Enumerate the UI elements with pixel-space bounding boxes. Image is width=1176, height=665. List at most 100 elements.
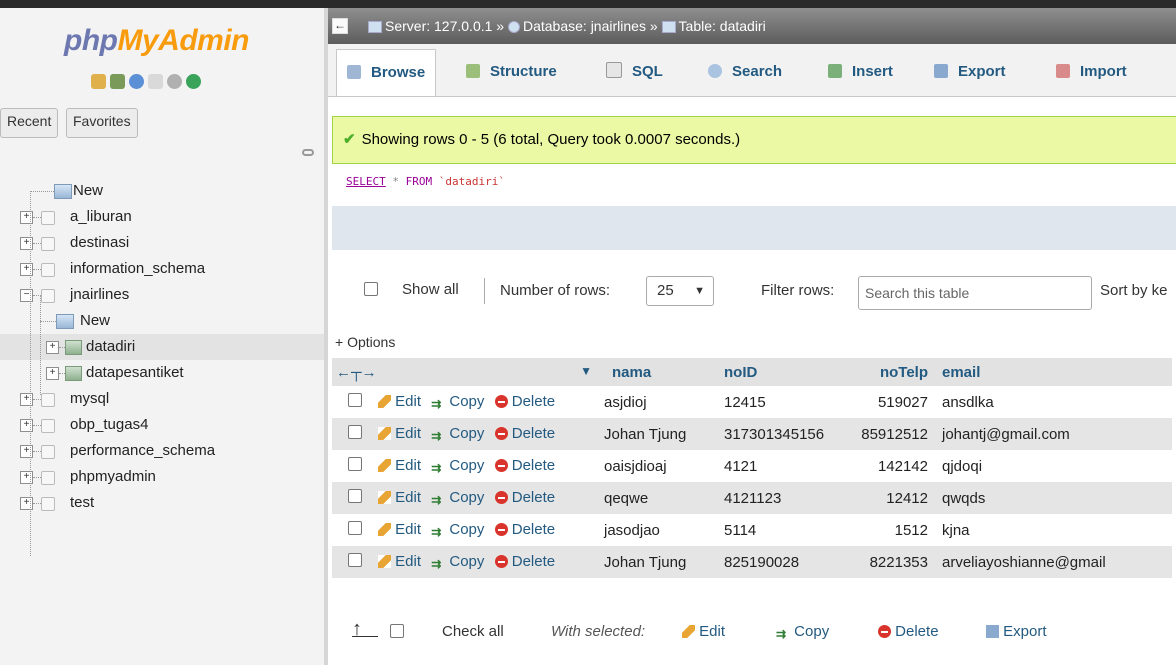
tree-item[interactable]: New [0, 308, 324, 334]
column-toggle-header[interactable]: ←┬→ ▼ [332, 358, 602, 386]
reload-icon[interactable] [186, 74, 201, 89]
tree-item[interactable]: + test [0, 490, 324, 516]
column-header-nama[interactable]: nama [602, 358, 714, 386]
row-edit-button[interactable]: Edit [378, 393, 421, 410]
column-header-noTelp[interactable]: noTelp [850, 358, 942, 386]
row-checkbox[interactable] [348, 425, 362, 442]
tree-item[interactable]: + information_schema [0, 256, 324, 282]
row-edit-button[interactable]: Edit [378, 521, 421, 538]
column-header-email[interactable]: email [942, 358, 1172, 386]
breadcrumb-table[interactable]: Table: datadiri [679, 18, 766, 34]
column-header-noID[interactable]: noID [714, 358, 850, 386]
expand-icon[interactable]: + [20, 393, 33, 406]
expand-icon[interactable]: + [46, 367, 59, 380]
bulk-edit-button[interactable]: Edit [682, 623, 725, 640]
row-copy-button[interactable]: ⇉ Copy [431, 425, 484, 443]
bulk-export-button[interactable]: Export [986, 623, 1047, 640]
query-toolbar [332, 206, 1176, 250]
tree-item[interactable]: New [0, 178, 324, 204]
tab-structure[interactable]: Structure [466, 49, 557, 95]
cell-email: arveliayoshianne@gmail [942, 546, 1172, 578]
expand-icon[interactable]: + [46, 341, 59, 354]
rows-select[interactable]: 25 ▼ [646, 276, 714, 306]
check-all-checkbox[interactable] [390, 624, 404, 641]
delete-icon [494, 459, 508, 472]
bulk-copy-button[interactable]: ⇉ Copy [776, 623, 829, 641]
pencil-icon [378, 427, 391, 440]
cell-nama: asjdioj [602, 386, 714, 418]
expand-icon[interactable]: + [20, 263, 33, 276]
tree-item[interactable]: + datapesantiket [0, 360, 324, 386]
row-delete-button[interactable]: Delete [494, 457, 555, 474]
row-edit-button[interactable]: Edit [378, 553, 421, 570]
row-delete-button[interactable]: Delete [494, 425, 555, 442]
phpmyadmin-logo[interactable]: phpMyAdmin [64, 24, 249, 58]
row-delete-button[interactable]: Delete [494, 553, 555, 570]
row-edit-button[interactable]: Edit [378, 425, 421, 442]
breadcrumb-database[interactable]: Database: jnairlines [523, 18, 646, 34]
tree-item[interactable]: + a_liburan [0, 204, 324, 230]
options-link[interactable]: + Options [335, 334, 395, 350]
row-copy-button[interactable]: ⇉ Copy [431, 553, 484, 571]
recent-button[interactable]: Recent [0, 108, 59, 138]
row-copy-button[interactable]: ⇉ Copy [431, 521, 484, 539]
bulk-delete-button[interactable]: Delete [878, 623, 939, 640]
tree-item[interactable]: + performance_schema [0, 438, 324, 464]
row-edit-button[interactable]: Edit [378, 457, 421, 474]
tree-item[interactable]: + destinasi [0, 230, 324, 256]
row-delete-button[interactable]: Delete [494, 489, 555, 506]
expand-icon[interactable]: + [20, 445, 33, 458]
row-checkbox[interactable] [348, 393, 362, 410]
settings-icon[interactable] [167, 74, 182, 89]
database-icon [41, 263, 55, 277]
tree-item[interactable]: + datadiri [0, 334, 324, 360]
row-delete-button[interactable]: Delete [494, 393, 555, 410]
cell-noTelp: 8221353 [850, 546, 942, 578]
row-checkbox[interactable] [348, 489, 362, 506]
row-edit-button[interactable]: Edit [378, 489, 421, 506]
tree-item[interactable]: − jnairlines [0, 282, 324, 308]
tab-bar: Browse Structure SQL Search Insert Expor… [328, 44, 1176, 97]
check-all-label[interactable]: Check all [442, 623, 504, 640]
expand-icon[interactable]: + [20, 211, 33, 224]
delete-icon [494, 555, 508, 568]
show-all-checkbox[interactable] [364, 282, 378, 299]
help-icon[interactable] [129, 74, 144, 89]
row-copy-button[interactable]: ⇉ Copy [431, 457, 484, 475]
tree-item[interactable]: + mysql [0, 386, 324, 412]
tree-item[interactable]: + phpmyadmin [0, 464, 324, 490]
navigation-controls: Show all Number of rows: 25 ▼ Filter rows… [332, 268, 1176, 314]
tab-sql[interactable]: SQL [606, 49, 663, 95]
link-icon[interactable] [302, 149, 314, 156]
search-icon [708, 64, 722, 78]
tab-browse[interactable]: Browse [336, 49, 437, 96]
insert-icon [828, 64, 842, 78]
breadcrumb-server[interactable]: Server: 127.0.0.1 [385, 18, 492, 34]
row-checkbox[interactable] [348, 521, 362, 538]
row-checkbox[interactable] [348, 457, 362, 474]
row-delete-button[interactable]: Delete [494, 521, 555, 538]
collapse-sidebar-icon[interactable]: ← [332, 18, 348, 34]
tree-item[interactable]: + obp_tugas4 [0, 412, 324, 438]
tab-export[interactable]: Export [934, 49, 1006, 95]
logout-icon[interactable] [110, 74, 125, 89]
home-icon[interactable] [91, 74, 106, 89]
expand-icon[interactable]: + [20, 497, 33, 510]
tab-insert[interactable]: Insert [828, 49, 893, 95]
cell-noID: 5114 [714, 514, 850, 546]
expand-icon[interactable]: + [20, 237, 33, 250]
collapse-icon[interactable]: − [20, 289, 33, 302]
expand-icon[interactable]: + [20, 419, 33, 432]
import-icon [1056, 64, 1070, 78]
row-copy-button[interactable]: ⇉ Copy [431, 489, 484, 507]
copy-icon: ⇉ [776, 627, 787, 641]
row-copy-button[interactable]: ⇉ Copy [431, 393, 484, 411]
expand-icon[interactable]: + [20, 471, 33, 484]
row-checkbox[interactable] [348, 553, 362, 570]
filter-input[interactable]: Search this table [858, 276, 1092, 310]
docs-icon[interactable] [148, 74, 163, 89]
favorites-button[interactable]: Favorites [66, 108, 138, 138]
tab-search[interactable]: Search [708, 49, 782, 95]
sidebar-resizer[interactable] [324, 8, 328, 665]
tab-import[interactable]: Import [1056, 49, 1127, 95]
